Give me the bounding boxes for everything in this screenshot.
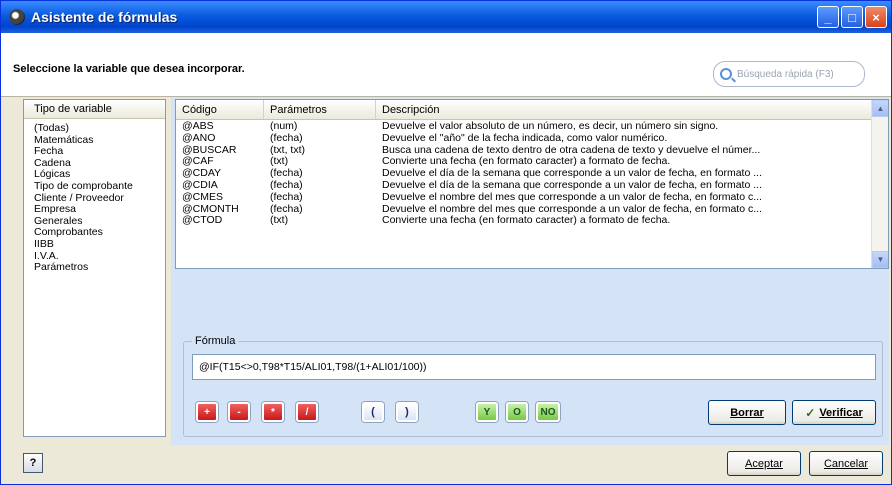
cell-code: @CDIA [182,179,218,191]
scroll-up-icon[interactable]: ▲ [872,100,888,117]
functions-table[interactable]: Código Parámetros Descripción @ABS (num) D… [175,99,889,269]
cell-description: Busca una cadena de texto dentro de otra… [382,144,761,156]
variable-type-item[interactable]: Empresa [24,204,165,216]
instruction-label: Seleccione la variable que desea incorpo… [13,63,245,75]
open-paren-button[interactable]: ( [362,402,384,422]
and-button[interactable]: Y [476,402,498,422]
app-icon [9,9,25,25]
variable-type-item[interactable]: Parámetros [24,262,165,274]
search-icon [720,68,732,80]
verify-button[interactable]: ✓ Verificar [792,400,876,425]
clear-button[interactable]: Borrar [708,400,786,425]
title-bar[interactable]: Asistente de fórmulas _ □ × [1,1,891,33]
table-row[interactable]: @CMONTH (fecha) Devuelve el nombre del mes… [176,204,888,216]
table-row[interactable]: @CDAY (fecha) Devuelve el día de la semana… [176,168,888,180]
close-button[interactable]: × [865,6,887,28]
cell-description: Convierte una fecha (en formato caracter… [382,215,671,227]
cell-params: (num) [270,121,298,132]
quick-search-placeholder: Búsqueda rápida (F3) [737,68,834,80]
table-scrollbar[interactable]: ▲ ▼ [871,100,888,268]
variable-type-header: Tipo de variable [24,100,165,119]
cell-description: Devuelve el día de la semana que corresp… [382,179,762,191]
cell-params: (fecha) [270,168,303,180]
table-row[interactable]: @CMES (fecha) Devuelve el nombre del mes q… [176,192,888,204]
formula-label: Fórmula [192,335,239,347]
formula-input[interactable]: @IF(T15<>0,T98*T15/ALI01,T98/(1+ALI01/10… [192,354,876,380]
cell-code: @AÑO [182,132,216,144]
variable-type-item[interactable]: Tipo de comprobante [24,180,165,193]
minus-button[interactable]: - [228,402,250,422]
cell-params: (txt) [270,156,289,168]
cell-description: Devuelve el día de la semana que corresp… [382,168,762,180]
table-row[interactable]: @AÑO (fecha) Devuelve el "año" de la fecha… [176,133,888,145]
verify-button-label: Verificar [819,406,863,419]
cell-code: @CMES [182,191,223,203]
accept-button[interactable]: Aceptar [727,451,801,476]
scroll-down-icon[interactable]: ▼ [872,251,888,268]
cell-description: Convierte una fecha (en formato caracter… [382,156,671,168]
cell-params: (txt, txt) [270,144,305,156]
cell-params: (fecha) [270,191,303,203]
table-row[interactable]: @CAF (txt) Convierte una fecha (en formato… [176,156,888,168]
table-row[interactable]: @ABS (num) Devuelve el valor absoluto de u… [176,121,888,133]
cell-description: Devuelve el nombre del mes que correspon… [382,203,762,215]
column-header-code[interactable]: Código [176,100,264,119]
column-header-description[interactable]: Descripción [376,100,872,119]
cell-description: Devuelve el nombre del mes que correspon… [382,191,762,203]
cell-code: @BUSCAR [182,144,237,156]
spellcheck-icon: ✓ [805,405,816,420]
table-row[interactable]: @CDIA (fecha) Devuelve el día de la semana… [176,180,888,192]
window-title: Asistente de fórmulas [31,9,178,25]
cell-code: @ABS [182,121,214,132]
functions-table-header: Código Parámetros Descripción [176,100,888,120]
column-header-params[interactable]: Parámetros [264,100,376,119]
main-panel: Código Parámetros Descripción @ABS (num) D… [171,97,889,445]
variable-type-item[interactable]: (Todas) [24,122,165,135]
variable-type-item[interactable]: IIBB [24,238,165,251]
cell-params: (fecha) [270,132,303,144]
formula-wizard-window: Asistente de fórmulas _ □ × Seleccione l… [0,0,892,485]
table-row[interactable]: @BUSCAR (txt, txt) Busca una cadena de tex… [176,145,888,157]
cell-code: @CTOD [182,215,223,227]
help-button[interactable]: ? [23,453,43,473]
maximize-button[interactable]: □ [841,6,863,28]
cell-description: Devuelve el valor absoluto de un número,… [382,121,719,132]
cancel-button[interactable]: Cancelar [809,451,883,476]
not-button[interactable]: NO [536,402,560,422]
cell-code: @CMONTH [182,203,239,215]
cell-code: @CDAY [182,168,222,180]
variable-type-list[interactable]: Tipo de variable (Todas) Matemáticas Fec… [23,99,166,437]
cell-params: (txt) [270,215,289,227]
cell-description: Devuelve el "año" de la fecha indicada, … [382,132,668,144]
table-row[interactable]: @CTOD (txt) Convierte una fecha (en format… [176,215,888,227]
divide-button[interactable]: / [296,402,318,422]
cell-params: (fecha) [270,203,303,215]
cell-code: @CAF [182,156,214,168]
multiply-button[interactable]: * [262,402,284,422]
or-button[interactable]: O [506,402,528,422]
formula-group: Fórmula @IF(T15<>0,T98*T15/ALI01,T98/(1+… [183,335,883,437]
cell-params: (fecha) [270,179,303,191]
plus-button[interactable]: + [196,402,218,422]
close-paren-button[interactable]: ) [396,402,418,422]
quick-search-input[interactable]: Búsqueda rápida (F3) [713,61,865,87]
minimize-button[interactable]: _ [817,6,839,28]
